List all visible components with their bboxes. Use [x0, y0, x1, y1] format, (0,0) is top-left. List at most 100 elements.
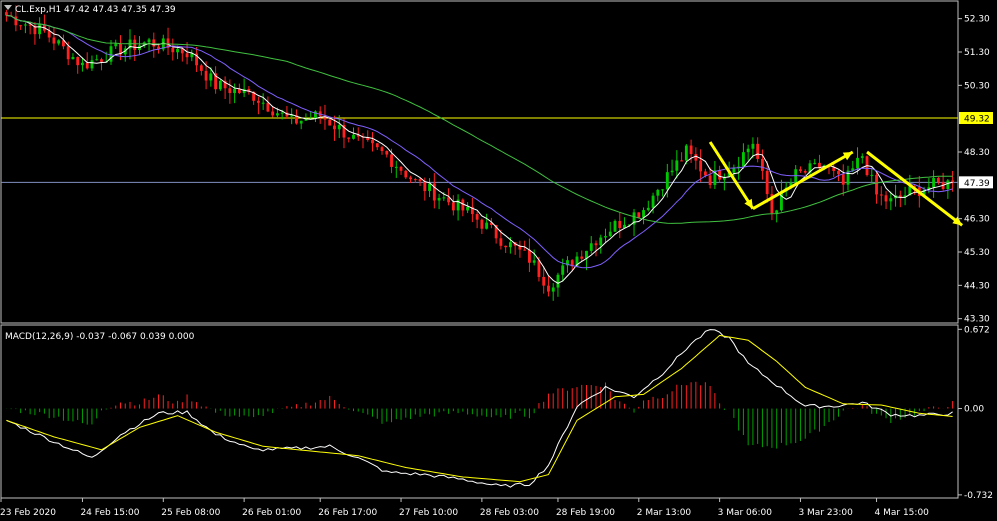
- candle-body: [38, 24, 42, 35]
- candle-body: [261, 102, 265, 104]
- time-tick-label: 3 Mar 23:00: [798, 508, 853, 518]
- candle-body: [176, 48, 179, 53]
- candle-body: [147, 39, 151, 43]
- candle-body: [328, 119, 332, 126]
- candle-body: [703, 171, 707, 176]
- candle-body: [589, 243, 593, 251]
- candle-body: [185, 53, 189, 58]
- candle-body: [280, 112, 284, 114]
- candle-body: [271, 111, 275, 116]
- candle-body: [932, 177, 936, 188]
- candle-body: [394, 166, 398, 168]
- candle-body: [803, 170, 807, 173]
- candle-body: [504, 245, 508, 248]
- candle-body: [680, 160, 684, 162]
- price-tick-label: 52.30: [964, 15, 990, 25]
- time-tick-label: 27 Feb 10:00: [399, 508, 458, 518]
- macd-tick-label: 0.00: [964, 405, 984, 415]
- candle-body: [352, 134, 355, 139]
- candle-body: [841, 174, 845, 185]
- candle-body: [485, 222, 489, 229]
- candle-body: [337, 125, 341, 130]
- candle-body: [209, 73, 213, 81]
- candle-body: [228, 88, 232, 94]
- candle-body: [423, 181, 427, 192]
- macd-label: MACD(12,26,9) -0.037 -0.067 0.039 0.000: [5, 332, 195, 342]
- candle-body: [637, 212, 641, 218]
- price-tick-label: 51.30: [964, 48, 990, 58]
- level-tag-49.32: 49.32: [964, 115, 990, 125]
- candle-body: [57, 40, 61, 44]
- candle-body: [76, 57, 80, 66]
- level-tag-47.39: 47.39: [964, 179, 990, 189]
- candle-body: [613, 220, 617, 232]
- candle-body: [670, 170, 674, 173]
- time-tick-label: 23 Feb 2020: [0, 508, 56, 518]
- candle-body: [19, 25, 23, 27]
- candle-body: [52, 37, 56, 44]
- candle-body: [461, 199, 465, 211]
- candle-body: [551, 287, 555, 292]
- candle-body: [599, 237, 603, 246]
- candle-body: [547, 285, 550, 292]
- candle-body: [266, 102, 270, 112]
- candle-body: [499, 238, 503, 246]
- candle-body: [85, 62, 89, 69]
- candle-body: [475, 214, 479, 220]
- candle-body: [651, 195, 655, 208]
- candle-body: [665, 172, 669, 190]
- candle-body: [684, 145, 688, 161]
- candle-body: [275, 113, 279, 116]
- time-tick-label: 4 Mar 15:00: [875, 508, 930, 518]
- candle-body: [898, 195, 902, 197]
- candle-body: [390, 154, 393, 167]
- price-tick-label: 43.30: [964, 315, 990, 325]
- candle-body: [171, 47, 175, 53]
- candle-body: [347, 137, 351, 139]
- time-tick-label: 3 Mar 06:00: [718, 508, 773, 518]
- candle-body: [371, 140, 374, 144]
- candle-body: [618, 220, 622, 229]
- candle-body: [646, 207, 650, 211]
- candle-body: [561, 265, 565, 275]
- candle-body: [799, 169, 802, 171]
- candle-body: [813, 162, 817, 164]
- candle-body: [642, 210, 645, 218]
- candle-body: [66, 46, 70, 60]
- candle-body: [233, 88, 237, 94]
- candle-body: [860, 156, 864, 158]
- candle-body: [399, 166, 403, 171]
- symbol-timeframe: CL.Exp,H1: [15, 5, 61, 15]
- time-tick-label: 26 Feb 17:00: [318, 508, 377, 518]
- time-tick-label: 28 Feb 19:00: [556, 508, 615, 518]
- candle-body: [523, 249, 527, 251]
- candle-body: [14, 16, 18, 26]
- price-tick-label: 46.30: [964, 215, 990, 225]
- candle-body: [442, 197, 446, 199]
- candle-body: [856, 157, 859, 169]
- candle-body: [81, 62, 84, 66]
- candle-body: [218, 80, 222, 90]
- candle-body: [951, 180, 955, 183]
- candle-body: [133, 39, 137, 50]
- candle-body: [870, 174, 874, 176]
- candle-body: [23, 24, 27, 26]
- candle-body: [608, 231, 612, 237]
- candle-body: [775, 210, 779, 214]
- price-tick-label: 48.30: [964, 148, 990, 158]
- candle-body: [699, 160, 703, 172]
- candle-body: [4, 12, 8, 16]
- candle-body: [333, 125, 336, 130]
- time-tick-label: 2 Mar 13:00: [637, 508, 692, 518]
- candle-body: [594, 243, 598, 246]
- candle-body: [746, 148, 750, 153]
- candle-body: [299, 120, 303, 124]
- candle-body: [404, 170, 408, 178]
- candle-body: [556, 274, 560, 288]
- candle-body: [71, 57, 75, 60]
- price-tick-label: 44.30: [964, 281, 990, 291]
- candle-body: [656, 189, 660, 196]
- candle-body: [694, 154, 698, 161]
- macd-tick-label: -0.732: [964, 491, 993, 501]
- macd-tick-label: 0.672: [964, 325, 990, 335]
